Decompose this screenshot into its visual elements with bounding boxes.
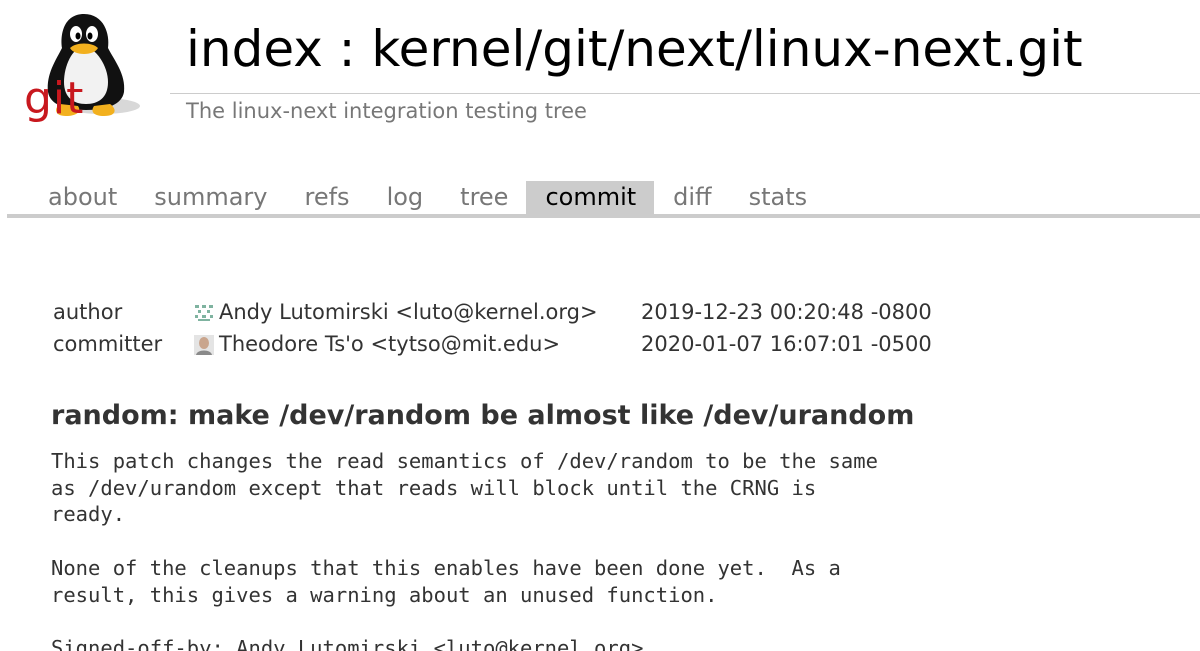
- tab-diff[interactable]: diff: [654, 181, 729, 214]
- signed-off-by-line: Signed-off-by: Andy Lutomirski <luto@ker…: [51, 635, 644, 651]
- git-logo-text: git: [24, 73, 85, 124]
- commit-message-line: ready.: [51, 502, 126, 527]
- commit-subject: random: make /dev/random be almost like …: [51, 400, 915, 431]
- tab-stats[interactable]: stats: [730, 181, 826, 214]
- commit-message-line: This patch changes the read semantics of…: [51, 449, 878, 473]
- identicon-avatar-icon: [194, 300, 214, 323]
- author-name-email[interactable]: Andy Lutomirski <luto@kernel.org>: [219, 296, 598, 328]
- author-date: 2019-12-23 00:20:48 -0800: [641, 300, 932, 324]
- repo-description: The linux-next integration testing tree: [186, 99, 587, 123]
- committer-label: committer: [53, 332, 163, 356]
- tab-bar: about summary refs log tree commit diff …: [29, 181, 825, 214]
- tab-summary[interactable]: summary: [135, 181, 285, 214]
- git-tux-logo[interactable]: git: [24, 8, 146, 126]
- tab-tree[interactable]: tree: [441, 181, 526, 214]
- tab-bar-divider: [7, 214, 1200, 218]
- commit-message-line: result, this gives a warning about an un…: [51, 582, 718, 607]
- repo-title: index : kernel/git/next/linux-next.git: [186, 20, 1083, 78]
- committer-name-email[interactable]: Theodore Ts'o <tytso@mit.edu>: [219, 328, 560, 360]
- commit-message-line: as /dev/urandom except that reads will b…: [51, 475, 817, 500]
- photo-avatar-icon: [194, 332, 214, 355]
- tab-commit[interactable]: commit: [526, 181, 655, 214]
- tab-refs[interactable]: refs: [286, 181, 368, 214]
- commit-message-line: None of the cleanups that this enables h…: [51, 555, 841, 580]
- author-label: author: [53, 300, 123, 324]
- tab-log[interactable]: log: [368, 181, 442, 214]
- tab-about[interactable]: about: [29, 181, 135, 214]
- commit-message: This patch changes the read semantics of…: [51, 448, 878, 651]
- header-divider: [170, 93, 1200, 94]
- committer-date: 2020-01-07 16:07:01 -0500: [641, 332, 932, 356]
- cgit-commit-page: git index : kernel/git/next/linux-next.g…: [0, 0, 1200, 651]
